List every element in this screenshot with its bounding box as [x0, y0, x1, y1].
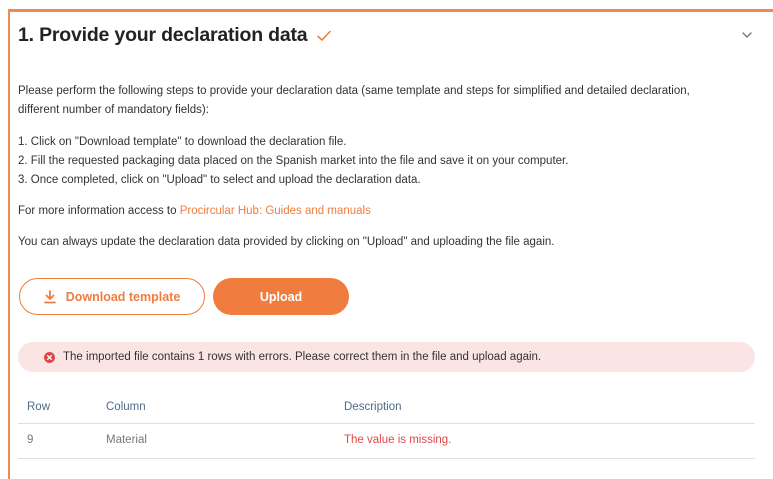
table-row-divider [18, 458, 755, 459]
guides-manuals-link[interactable]: Procircular Hub: Guides and manuals [180, 205, 371, 217]
column-header-row: Row [27, 401, 51, 413]
upload-button[interactable]: Upload [213, 278, 349, 315]
section-title: 1. Provide your declaration data [18, 24, 308, 46]
table-header-divider [18, 423, 755, 424]
download-template-button[interactable]: Download template [19, 278, 205, 315]
more-info-text: For more information access to Procircul… [18, 205, 371, 217]
check-icon [317, 30, 332, 41]
table-cell-row: 9 [27, 434, 34, 446]
column-header-column: Column [106, 401, 146, 413]
download-template-label: Download template [65, 289, 181, 304]
more-info-prefix: For more information access to [18, 205, 180, 217]
column-header-description: Description [344, 401, 402, 413]
chevron-down-icon[interactable] [740, 28, 754, 42]
step-3: 3. Once completed, click on "Upload" to … [18, 174, 421, 186]
upload-label: Upload [259, 289, 303, 304]
table-cell-column: Material [106, 434, 147, 446]
intro-text-line2: different number of mandatory fields): [18, 104, 209, 116]
step-2: 2. Fill the requested packaging data pla… [18, 155, 569, 167]
section-header[interactable]: 1. Provide your declaration data [18, 24, 332, 47]
intro-text-line1: Please perform the following steps to pr… [18, 85, 690, 97]
download-icon [43, 289, 56, 303]
alert-message: The imported file contains 1 rows with e… [63, 351, 542, 363]
update-note: You can always update the declaration da… [18, 236, 555, 248]
error-alert: The imported file contains 1 rows with e… [18, 342, 755, 372]
error-circle-icon [44, 351, 55, 363]
table-cell-description: The value is missing. [344, 434, 452, 446]
step-1: 1. Click on "Download template" to downl… [18, 136, 347, 148]
